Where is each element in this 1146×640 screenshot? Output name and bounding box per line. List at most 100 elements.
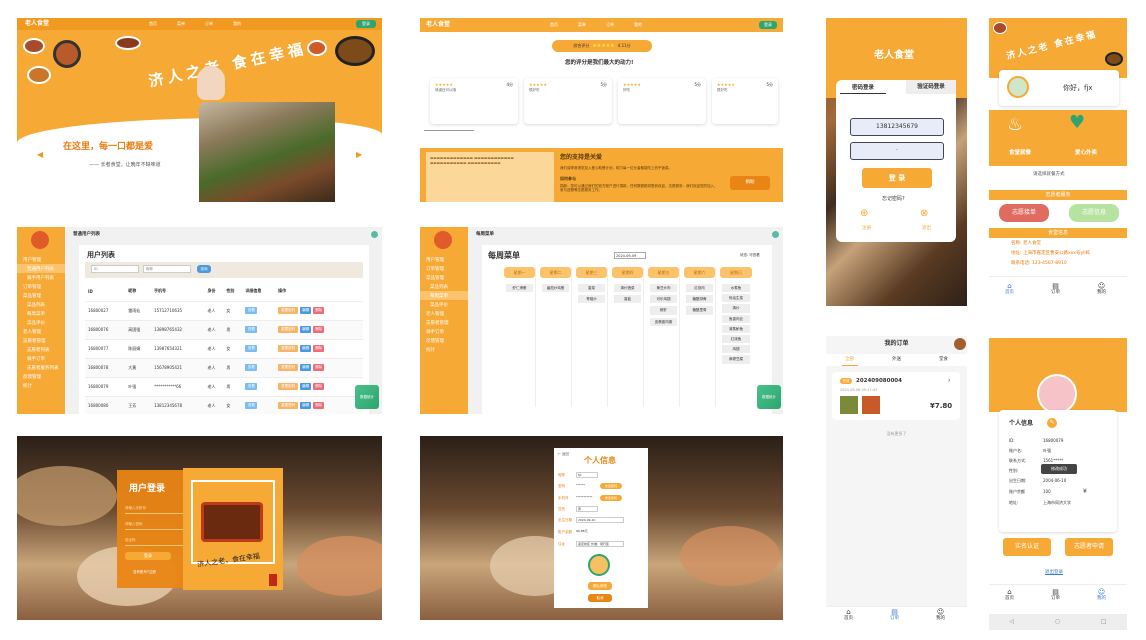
- reset-password-button[interactable]: 重置密码: [278, 326, 299, 333]
- delete-button[interactable]: 删除: [313, 345, 325, 352]
- sidebar-item-active[interactable]: 普通用户列表: [17, 264, 65, 273]
- forgot-password-link[interactable]: 忘记密码?: [882, 196, 905, 202]
- detail-button[interactable]: 查看: [245, 383, 258, 390]
- edit-button[interactable]: 编辑: [300, 345, 312, 352]
- sidebar-item[interactable]: 老人管理: [420, 309, 468, 318]
- save-button[interactable]: 确认修改: [588, 582, 612, 590]
- change-password-button[interactable]: 修改密码: [600, 483, 622, 489]
- sidebar-item[interactable]: 骑手订单: [420, 327, 468, 336]
- sidebar-item[interactable]: 骑手用户列表: [17, 273, 65, 282]
- tab-home[interactable]: ⌂ 首页: [844, 608, 853, 622]
- user-avatar[interactable]: [371, 231, 378, 238]
- sidebar-item[interactable]: 骑手订单: [17, 354, 65, 363]
- sidebar-item[interactable]: 志愿者管理: [17, 336, 65, 345]
- nav-orders[interactable]: 订单: [205, 21, 213, 27]
- change-phone-button[interactable]: 修改手机: [600, 495, 622, 501]
- delete-button[interactable]: 删除: [313, 364, 325, 371]
- sidebar-item[interactable]: 订单管理: [420, 264, 468, 273]
- nav-home[interactable]: 首页: [149, 21, 157, 27]
- stats-float-button[interactable]: 数据统计: [355, 385, 379, 409]
- phone-input[interactable]: 13812345679: [850, 118, 944, 136]
- tab-home[interactable]: ⌂ 首页: [1005, 282, 1014, 296]
- tab-code-login[interactable]: 验证码登录: [906, 80, 956, 94]
- field-input[interactable]: 男: [576, 506, 598, 512]
- tab-orders[interactable]: ▤ 订单: [1051, 588, 1060, 602]
- tab-password-login[interactable]: 密码登录: [840, 82, 886, 94]
- sidebar-item[interactable]: 志愿者管理: [420, 318, 468, 327]
- sidebar-item[interactable]: 菜品评价: [17, 318, 65, 327]
- edit-button[interactable]: 编辑: [300, 307, 312, 314]
- password-input[interactable]: ·: [850, 142, 944, 160]
- tab-mine[interactable]: ☺ 我的: [1097, 588, 1106, 602]
- sidebar-item[interactable]: 老人管理: [17, 327, 65, 336]
- sidebar-item[interactable]: 菜品管理: [17, 291, 65, 300]
- nav-orders[interactable]: 订单: [606, 22, 614, 28]
- tab-all[interactable]: 全部: [845, 357, 854, 362]
- date-picker[interactable]: 2024-09-09: [614, 252, 646, 259]
- canteen-dining-icon[interactable]: ♨: [1007, 114, 1023, 136]
- tab-mine[interactable]: ☺ 我的: [1097, 282, 1106, 296]
- delete-button[interactable]: 删除: [313, 383, 325, 390]
- sidebar-item[interactable]: 反馈管理: [17, 372, 65, 381]
- home-nav-icon[interactable]: ○: [1055, 618, 1060, 625]
- logout-link[interactable]: 退出登录: [1045, 570, 1063, 575]
- edit-button[interactable]: 编辑: [300, 383, 312, 390]
- login-button[interactable]: 登录: [125, 552, 171, 560]
- birthday-picker[interactable]: 2024-09-10: [576, 517, 624, 523]
- reset-password-button[interactable]: 重置密码: [278, 383, 299, 390]
- detail-button[interactable]: 查看: [245, 345, 258, 352]
- tab-orders[interactable]: ▤ 订单: [1051, 282, 1060, 296]
- volunteer-order-button[interactable]: 志愿接单: [999, 204, 1049, 222]
- exit-label[interactable]: 退出: [922, 226, 931, 231]
- address-input[interactable]: 嘉定校区 外滩、闵行区: [576, 541, 624, 547]
- sidebar-item[interactable]: 志愿者服务列表: [17, 363, 65, 372]
- register-label[interactable]: 注册: [862, 226, 871, 231]
- tab-mine[interactable]: ☺ 我的: [936, 608, 945, 622]
- sidebar-item[interactable]: 菜品管理: [420, 273, 468, 282]
- cancel-button[interactable]: 取消: [588, 594, 612, 602]
- login-button[interactable]: 登 录: [862, 168, 932, 188]
- chevron-right-icon[interactable]: ›: [948, 377, 950, 384]
- sidebar-item[interactable]: 每周菜单: [17, 309, 65, 318]
- donate-button[interactable]: 捐助: [730, 176, 770, 190]
- prev-arrow-icon[interactable]: ◀: [37, 150, 43, 160]
- avatar[interactable]: [954, 338, 966, 350]
- edit-icon[interactable]: ✎: [1047, 418, 1057, 428]
- delete-button[interactable]: 删除: [313, 307, 325, 314]
- detail-button[interactable]: 查看: [245, 364, 258, 371]
- reset-password-button[interactable]: 重置密码: [278, 364, 299, 371]
- tab-orders[interactable]: ▤ 订单: [890, 608, 899, 622]
- sidebar-item-active[interactable]: 每周菜单: [420, 291, 468, 300]
- nav-home[interactable]: 首页: [550, 22, 558, 28]
- code-input[interactable]: 验证码: [125, 538, 185, 546]
- recent-nav-icon[interactable]: □: [1101, 618, 1107, 625]
- next-arrow-icon[interactable]: ▶: [356, 150, 362, 160]
- detail-button[interactable]: 查看: [245, 326, 258, 333]
- reset-password-button[interactable]: 重置密码: [278, 307, 299, 314]
- detail-button[interactable]: 查看: [245, 307, 258, 314]
- tab-home[interactable]: ⌂ 首页: [1005, 588, 1014, 602]
- nav-mine[interactable]: 我的: [634, 22, 642, 28]
- password-input[interactable]: 请输入密码: [125, 522, 185, 530]
- back-nav-icon[interactable]: ◁: [1009, 618, 1014, 625]
- service-dining[interactable]: 食堂就餐: [1009, 150, 1031, 157]
- sidebar-item[interactable]: 志愿者列表: [17, 345, 65, 354]
- sidebar-item[interactable]: 反馈管理: [420, 336, 468, 345]
- sidebar-item[interactable]: 统计: [420, 345, 468, 354]
- delivery-icon[interactable]: ♥: [1069, 112, 1085, 134]
- search-id-input[interactable]: ID: [91, 265, 139, 273]
- sidebar-item[interactable]: 订单管理: [17, 282, 65, 291]
- login-button[interactable]: 登录: [759, 21, 777, 29]
- login-button[interactable]: 登录: [356, 20, 376, 28]
- sidebar-item[interactable]: 菜品列表: [420, 282, 468, 291]
- stats-float-button[interactable]: 数据统计: [757, 385, 781, 409]
- nav-menu[interactable]: 菜单: [177, 21, 185, 27]
- delete-button[interactable]: 删除: [313, 402, 325, 409]
- edit-button[interactable]: 编辑: [300, 402, 312, 409]
- edit-button[interactable]: 编辑: [300, 326, 312, 333]
- real-name-button[interactable]: 实名认证: [1003, 538, 1051, 556]
- volunteer-apply-button[interactable]: 志愿者申请: [1065, 538, 1113, 556]
- sidebar-item[interactable]: 用户管理: [420, 255, 468, 264]
- volunteer-info-button[interactable]: 志愿信息: [1069, 204, 1119, 222]
- sidebar-item[interactable]: 菜品列表: [17, 300, 65, 309]
